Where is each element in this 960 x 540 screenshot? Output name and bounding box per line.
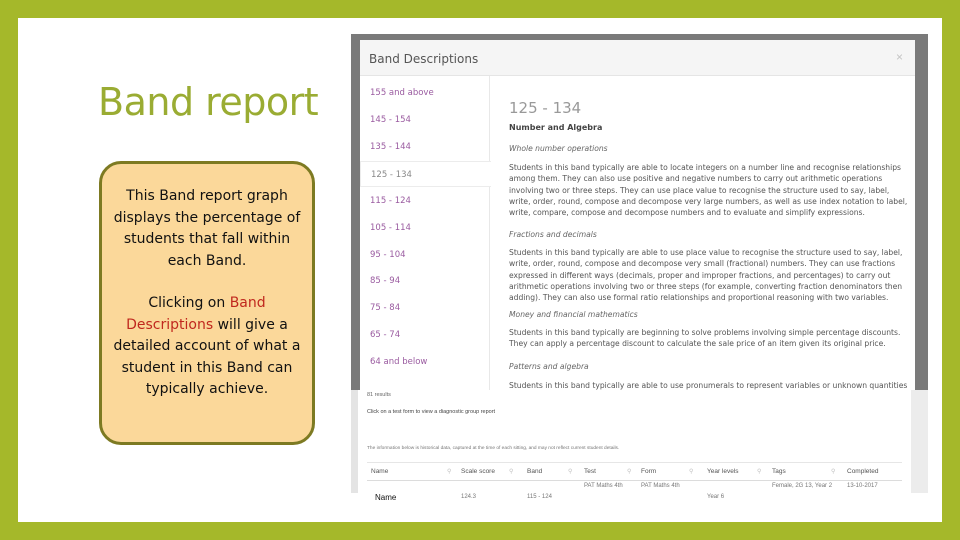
column-header-band[interactable]: Band (527, 468, 542, 475)
band-item[interactable]: 95 - 104 (370, 250, 406, 260)
callout-paragraph-2: Clicking on Band Descriptions will give … (110, 293, 304, 401)
divider (367, 480, 902, 481)
section-body: Students in this band typically are able… (509, 248, 903, 303)
column-header-name[interactable]: Name (371, 468, 388, 475)
section-heading: Whole number operations (509, 144, 608, 153)
column-header-year-levels[interactable]: Year levels (707, 468, 739, 475)
search-icon[interactable]: ⚲ (831, 468, 835, 475)
search-icon[interactable]: ⚲ (689, 468, 693, 475)
cell-form[interactable]: PAT Maths 4th (641, 483, 680, 489)
close-icon[interactable]: × (896, 50, 903, 64)
slide-title: Band report (98, 80, 319, 124)
scrollbar-track[interactable] (911, 390, 928, 493)
band-detail: 125 - 134 Number and Algebra Whole numbe… (501, 76, 911, 390)
cell-name[interactable]: Name (375, 493, 396, 501)
app-screenshot: Band Descriptions × 155 and above 145 - … (351, 34, 928, 501)
report-table-area: 81 results Click on a test form to view … (351, 390, 928, 501)
cell-band: 115 - 124 (527, 494, 552, 500)
band-item[interactable]: 145 - 154 (370, 115, 411, 125)
results-count: 81 results (367, 392, 391, 398)
search-icon[interactable]: ⚲ (509, 468, 513, 475)
section-body: Students in this band typically are able… (509, 163, 908, 218)
band-item[interactable]: 85 - 94 (370, 276, 400, 286)
band-descriptions-modal: Band Descriptions × 155 and above 145 - … (360, 40, 915, 390)
slide: Band report This Band report graph displ… (18, 18, 942, 522)
band-list: 155 and above 145 - 154 135 - 144 125 - … (360, 76, 491, 390)
callout-box: This Band report graph displays the perc… (99, 161, 315, 445)
info-note: The information below is historical data… (367, 446, 620, 451)
modal-title: Band Descriptions (369, 52, 479, 66)
band-item[interactable]: 64 and below (370, 357, 427, 367)
search-icon[interactable]: ⚲ (627, 468, 631, 475)
cell-test[interactable]: PAT Maths 4th (584, 483, 623, 489)
band-item[interactable]: 155 and above (370, 88, 434, 98)
cell-tags: Female, 2G 13, Year 2 (772, 483, 833, 489)
cell-scale-score: 124.3 (461, 494, 477, 500)
divider (367, 462, 902, 463)
modal-header: Band Descriptions × (360, 40, 915, 76)
search-icon[interactable]: ⚲ (447, 468, 451, 475)
section-heading: Fractions and decimals (509, 230, 597, 239)
section-body: Students in this band typically are able… (509, 381, 908, 390)
detail-title: 125 - 134 (509, 99, 582, 117)
column-header-test[interactable]: Test (584, 468, 596, 475)
left-gutter (351, 390, 358, 493)
cell-year-levels: Year 6 (707, 494, 725, 500)
column-header-tags[interactable]: Tags (772, 468, 786, 475)
search-icon[interactable]: ⚲ (568, 468, 572, 475)
column-header-form[interactable]: Form (641, 468, 656, 475)
band-item-active[interactable]: 125 - 134 (360, 161, 491, 187)
click-hint: Click on a test form to view a diagnosti… (367, 409, 496, 415)
section-body: Students in this band typically are begi… (509, 328, 901, 349)
strand-heading: Number and Algebra (509, 123, 603, 132)
band-item[interactable]: 115 - 124 (370, 196, 411, 206)
callout-paragraph-1: This Band report graph displays the perc… (113, 188, 301, 269)
section-heading: Patterns and algebra (509, 362, 589, 371)
band-item[interactable]: 135 - 144 (370, 142, 411, 152)
column-header-scale-score[interactable]: Scale score (461, 468, 495, 475)
search-icon[interactable]: ⚲ (757, 468, 761, 475)
callout-text: Clicking on (148, 295, 230, 311)
section-heading: Money and financial mathematics (509, 310, 638, 319)
cell-completed: 13-10-2017 (847, 483, 878, 489)
band-item[interactable]: 105 - 114 (370, 223, 411, 233)
band-item[interactable]: 65 - 74 (370, 330, 400, 340)
band-item[interactable]: 75 - 84 (370, 303, 400, 313)
column-header-completed[interactable]: Completed (847, 468, 878, 475)
